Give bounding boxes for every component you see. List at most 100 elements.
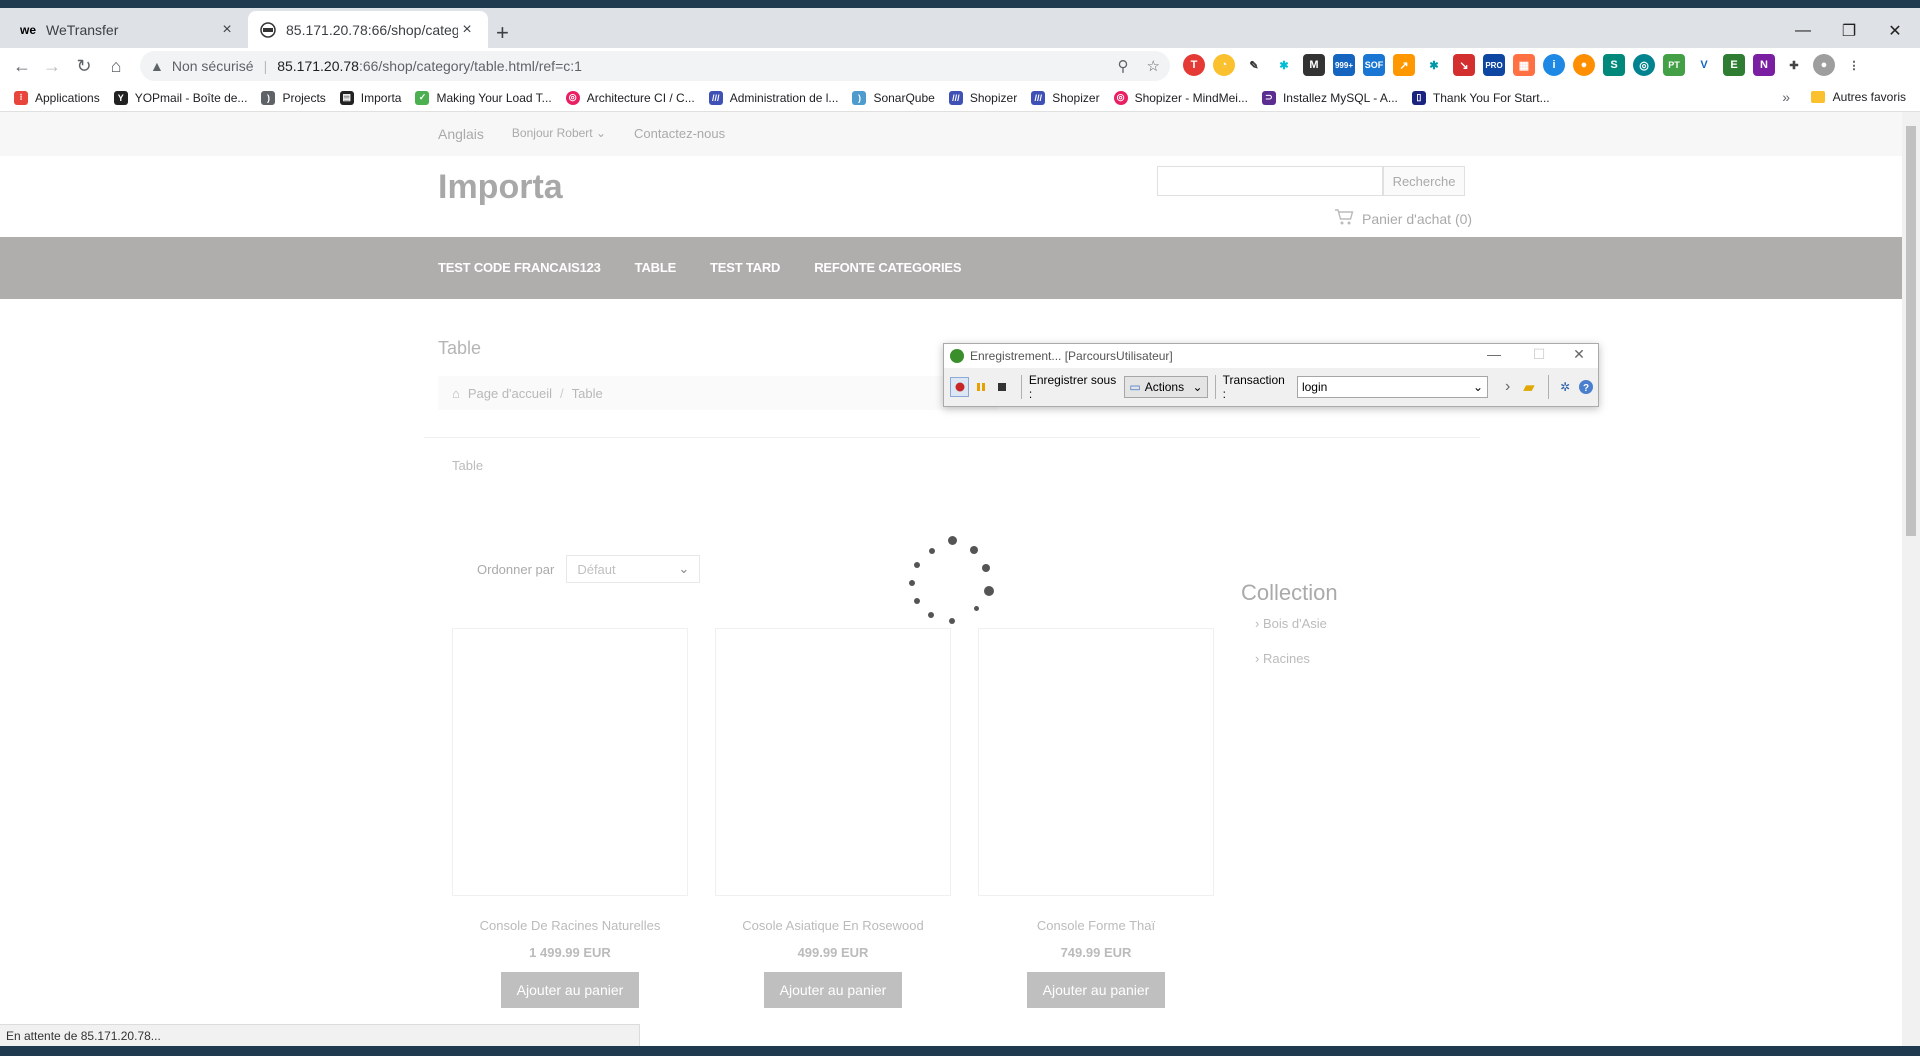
tab-shop-category[interactable]: 85.171.20.78:66/shop/category/t × (248, 11, 488, 48)
close-icon[interactable]: × (218, 21, 236, 39)
bookmark-item[interactable]: /// Administration de l... (708, 90, 838, 105)
bookmark-item[interactable]: ◎ Shopizer - MindMei... (1113, 90, 1248, 105)
extension-icon[interactable]: ↘ (1453, 54, 1475, 76)
reload-icon[interactable]: ↻ (72, 54, 96, 78)
site-logo[interactable]: Importa (438, 168, 563, 207)
minimize-window-button[interactable]: — (1780, 16, 1826, 46)
menu-item-refonte[interactable]: REFONTE CATEGORIES (814, 260, 961, 275)
other-bookmarks[interactable]: Autres favoris (1810, 90, 1906, 104)
extension-icon[interactable]: ◔ (1213, 54, 1235, 76)
open-folder-icon[interactable]: ▰ (1519, 377, 1538, 397)
contact-link[interactable]: Contactez-nous (634, 126, 725, 142)
product-name[interactable]: Cosole Asiatique En Rosewood (715, 918, 951, 933)
minimize-icon[interactable]: — (1474, 346, 1514, 362)
product-name[interactable]: Console Forme Thaï (978, 918, 1214, 933)
home-icon[interactable]: ⌂ (104, 54, 128, 78)
new-tab-button[interactable]: + (496, 20, 509, 46)
bookmark-item[interactable]: ) SonarQube (852, 90, 935, 105)
bookmark-item[interactable]: /// Shopizer (948, 90, 1017, 105)
bookmark-item[interactable]: ▯ Thank You For Start... (1411, 90, 1550, 105)
chevron-right-icon[interactable]: › (1498, 377, 1517, 397)
extension-icon[interactable]: T (1183, 54, 1205, 76)
breadcrumb-home[interactable]: Page d'accueil (468, 386, 552, 401)
collection-item[interactable]: › Bois d'Asie (1255, 616, 1338, 631)
target-icon[interactable]: ✲ (1556, 377, 1575, 397)
page-viewport: Anglais Bonjour Robert ⌄ Contactez-nous … (0, 112, 1902, 1046)
extension-icon[interactable]: ✱ (1423, 54, 1445, 76)
bookmark-item[interactable]: ▤ Importa (339, 90, 401, 105)
transaction-select[interactable]: login ⌄ (1296, 376, 1488, 398)
avatar[interactable]: ● (1813, 54, 1835, 76)
extension-icon[interactable]: PT (1663, 54, 1685, 76)
address-bar[interactable]: ▲ Non sécurisé | 85.171.20.78 :66/shop/c… (140, 51, 1170, 81)
maximize-icon[interactable]: ☐ (1519, 346, 1559, 363)
product-price: 1 499.99 EUR (529, 945, 611, 960)
extension-icon[interactable]: ✎ (1243, 54, 1265, 76)
extension-icon[interactable]: ↗ (1393, 54, 1415, 76)
star-bookmark-icon[interactable]: ☆ (1147, 57, 1160, 75)
add-to-cart-button[interactable]: Ajouter au panier (501, 972, 639, 1008)
add-to-cart-button[interactable]: Ajouter au panier (1027, 972, 1165, 1008)
menu-item-test-tard[interactable]: TEST TARD (710, 260, 780, 275)
extension-icon[interactable]: M (1303, 54, 1325, 76)
bookmarks-overflow-button[interactable]: » (1782, 89, 1790, 105)
restore-window-button[interactable]: ❐ (1826, 16, 1872, 46)
toolbar-separator (1214, 375, 1216, 399)
extension-icon[interactable]: ✱ (1273, 54, 1295, 76)
bookmark-item[interactable]: ◎ Architecture CI / C... (565, 90, 695, 105)
extension-icon[interactable]: ▦ (1513, 54, 1535, 76)
page-scrollbar[interactable] (1902, 112, 1920, 1046)
extension-icon[interactable]: ◎ (1633, 54, 1655, 76)
cart-link[interactable]: Panier d'achat (0) (1334, 208, 1472, 229)
product-name[interactable]: Console De Racines Naturelles (452, 918, 688, 933)
extension-icon[interactable]: S (1603, 54, 1625, 76)
more-menu-icon[interactable]: ⋮ (1843, 54, 1865, 76)
scrollbar-thumb[interactable] (1906, 126, 1916, 536)
extension-icon[interactable]: PRO (1483, 54, 1505, 76)
recorder-toolbar: Enregistrer sous : ▭ Actions ⌄ Transacti… (944, 368, 1598, 406)
save-as-select[interactable]: ▭ Actions ⌄ (1124, 376, 1208, 398)
bookmark-item[interactable]: ✓ Making Your Load T... (415, 90, 552, 105)
extension-icon[interactable]: i (1543, 54, 1565, 76)
search-button[interactable]: Recherche (1383, 166, 1465, 196)
bookmark-item[interactable]: ) Projects (261, 90, 326, 105)
menu-item-table[interactable]: TABLE (635, 260, 677, 275)
record-icon[interactable] (950, 377, 970, 397)
forward-arrow-icon[interactable]: → (40, 54, 64, 78)
tab-wetransfer[interactable]: we WeTransfer × (8, 11, 248, 48)
extension-icon[interactable]: N (1753, 54, 1775, 76)
bookmark-item[interactable]: Y YOPmail - Boîte de... (113, 90, 247, 105)
recorder-titlebar[interactable]: Enregistrement... [ParcoursUtilisateur] … (944, 344, 1598, 368)
close-window-button[interactable]: ✕ (1872, 16, 1918, 46)
extension-icon[interactable]: 999+ (1333, 54, 1355, 76)
back-arrow-icon[interactable]: ← (10, 54, 34, 78)
product-image[interactable] (715, 628, 951, 896)
collection-item[interactable]: › Racines (1255, 651, 1338, 666)
puzzle-extensions-icon[interactable]: ✚ (1783, 54, 1805, 76)
extension-icon[interactable]: E (1723, 54, 1745, 76)
close-icon[interactable]: ✕ (1559, 346, 1599, 363)
breadcrumb-separator: / (560, 385, 564, 401)
extension-icon[interactable]: SOF (1363, 54, 1385, 76)
extension-icon[interactable]: ● (1573, 54, 1595, 76)
bookmark-item[interactable]: /// Shopizer (1031, 90, 1100, 105)
sort-select[interactable]: Défaut ⌄ (566, 555, 701, 583)
folder-icon (1810, 91, 1825, 103)
add-to-cart-button[interactable]: Ajouter au panier (764, 972, 902, 1008)
extension-icon[interactable]: V (1693, 54, 1715, 76)
search-input[interactable] (1157, 166, 1383, 196)
help-icon[interactable]: ? (1577, 377, 1596, 397)
collection-sidebar: Collection › Bois d'Asie › Racines (1241, 580, 1338, 686)
bookmark-item[interactable]: ⁝ Applications (14, 90, 100, 105)
menu-item-test-code[interactable]: TEST CODE FRANCAIS123 (438, 260, 601, 275)
language-link[interactable]: Anglais (438, 126, 484, 142)
product-image[interactable] (452, 628, 688, 896)
stop-icon[interactable] (993, 377, 1012, 397)
close-icon[interactable]: × (458, 21, 476, 39)
product-image[interactable] (978, 628, 1214, 896)
account-menu[interactable]: Bonjour Robert ⌄ (512, 126, 606, 142)
url-host: 85.171.20.78 (277, 58, 359, 74)
bookmark-item[interactable]: ⊃ Installez MySQL - A... (1261, 90, 1398, 105)
pause-icon[interactable] (971, 377, 990, 397)
zoom-search-icon[interactable]: ⚲ (1118, 57, 1129, 75)
